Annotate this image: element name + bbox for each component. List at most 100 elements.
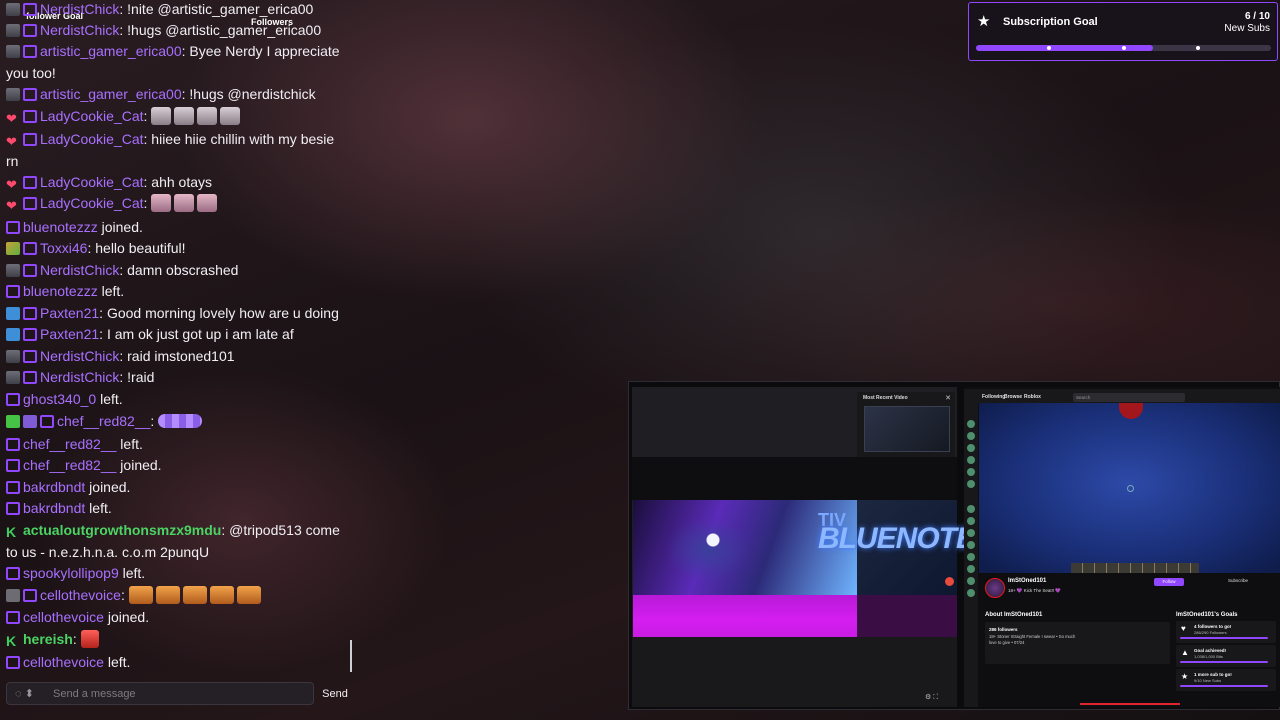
follow-button[interactable]: Follow — [1154, 578, 1184, 586]
cat-emote-icon — [151, 194, 172, 212]
star-badge-icon — [23, 415, 37, 428]
chat-username[interactable]: bakrdbndt — [23, 500, 85, 516]
chat-username[interactable]: spookylollipop9 — [23, 565, 119, 581]
chat-message: ghost340_0 left. — [6, 389, 348, 411]
twitch-badge-icon — [6, 567, 20, 580]
goal-progress-bar — [1180, 685, 1268, 687]
chat-username[interactable]: LadyCookie_Cat — [40, 195, 144, 211]
goal-card: ▲ Goal achieved! 1,038/1,000 Bits — [1176, 645, 1276, 667]
chat-username[interactable]: NerdistChick — [40, 22, 119, 38]
channel-avatar[interactable] — [967, 565, 975, 573]
chat-username[interactable]: ghost340_0 — [23, 391, 96, 407]
channel-avatar[interactable] — [967, 589, 975, 597]
chat-message-input[interactable] — [53, 684, 311, 703]
chat-username[interactable]: Toxxi46 — [40, 240, 87, 256]
chat-username[interactable]: artistic_gamer_erica00 — [40, 86, 182, 102]
channel-avatar[interactable] — [967, 420, 975, 428]
nav-roblox[interactable]: Roblox — [1024, 394, 1041, 400]
twitch-badge-icon — [6, 611, 20, 624]
channel-avatar[interactable] — [967, 529, 975, 537]
chat-username[interactable]: chef__red82__ — [23, 457, 116, 473]
chat-username[interactable]: artistic_gamer_erica00 — [40, 43, 182, 59]
channel-avatar[interactable] — [967, 541, 975, 549]
twitch-badge-icon — [6, 438, 20, 451]
chat-username[interactable]: bluenotezzz — [23, 283, 98, 299]
stream-title: 18+ 💜 Kick The Seat!! 💜 — [1008, 588, 1062, 593]
chat-message: ❤ LadyCookie_Cat: hiiee hiie chillin with… — [6, 129, 348, 172]
twitch-search-input[interactable]: Search — [1073, 393, 1185, 402]
chat-username[interactable]: LadyCookie_Cat — [40, 174, 144, 190]
twitch-badge-icon — [6, 221, 20, 234]
player-controls-icon[interactable]: ⚙ ⛶ — [925, 693, 938, 702]
chat-message: artistic_gamer_erica00: !hugs @nerdistch… — [6, 84, 348, 106]
subscribe-button[interactable]: Subscribe — [1228, 578, 1248, 583]
nav-browse[interactable]: Browse — [1004, 394, 1022, 400]
chat-username[interactable]: NerdistChick — [40, 348, 119, 364]
send-button[interactable]: Send — [318, 683, 352, 704]
chat-scrollbar[interactable] — [350, 640, 352, 672]
channel-avatar[interactable] — [967, 456, 975, 464]
twitch-badge-icon — [23, 45, 37, 58]
close-icon[interactable]: ✕ — [945, 394, 951, 402]
chat-username[interactable]: bakrdbndt — [23, 479, 85, 495]
lurk-emote-icon — [155, 586, 180, 604]
emote-picker-icon[interactable]: ◌ ⬍ — [15, 687, 49, 701]
banner-magenta-strip — [633, 595, 857, 637]
chat-text: : — [150, 413, 155, 429]
chat-username[interactable]: actualoutgrowthonsmzx9mdu — [23, 522, 221, 538]
chat-username[interactable]: cellothevoice — [23, 654, 104, 670]
chat-text: left. — [103, 654, 131, 670]
chat-username[interactable]: Paxten21 — [40, 326, 99, 342]
moderator-badge-icon — [6, 3, 20, 16]
chat-text: : !raid — [119, 369, 155, 385]
chat-message: bakrdbndt joined. — [6, 477, 348, 499]
nav-following[interactable]: Following — [982, 394, 1005, 400]
chat-username[interactable]: hereish — [23, 631, 73, 647]
chat-username[interactable]: NerdistChick — [40, 1, 119, 17]
video-thumbnail[interactable] — [864, 406, 950, 452]
channel-avatar[interactable] — [967, 517, 975, 525]
recent-video-card[interactable]: Most Recent Video ✕ CHAOTIC TYPE SHIII •… — [857, 392, 955, 467]
lurk-emote-icon — [209, 586, 234, 604]
channel-name[interactable]: ImStOned101 — [1008, 578, 1046, 584]
heart-badge-icon: ❤ — [6, 177, 17, 192]
chat-message: chef__red82__: — [6, 411, 348, 433]
chat-input-box[interactable]: ◌ ⬍ — [6, 682, 314, 705]
chat-username[interactable]: Paxten21 — [40, 305, 99, 321]
goal-title: 4 followers to go! — [1194, 624, 1232, 629]
chat-message: NerdistChick: !nite @artistic_gamer_eric… — [6, 0, 348, 21]
chat-username[interactable]: chef__red82__ — [23, 436, 116, 452]
channel-avatar[interactable] — [967, 553, 975, 561]
twitch-badge-icon — [23, 264, 37, 277]
channel-avatar[interactable] — [967, 577, 975, 585]
channel-avatar[interactable] — [967, 444, 975, 452]
chat-username[interactable]: LadyCookie_Cat — [40, 108, 144, 124]
arrow-badge-icon — [6, 589, 20, 602]
lurk-emote-icon — [128, 586, 153, 604]
about-heading: About ImStOned101 — [985, 612, 1043, 618]
chat-username[interactable]: cellothevoice — [23, 609, 104, 625]
chat-message: bluenotezzz joined. — [6, 217, 348, 239]
record-icon[interactable] — [945, 577, 954, 586]
channel-avatar[interactable] — [967, 468, 975, 476]
goal-progress-bar — [1180, 661, 1268, 663]
recent-video-title: Most Recent Video — [863, 395, 908, 401]
channel-avatar[interactable] — [967, 505, 975, 513]
chat-username[interactable]: cellothevoice — [40, 587, 121, 603]
chat-username[interactable]: NerdistChick — [40, 369, 119, 385]
chat-text: : — [120, 587, 125, 603]
chat-username[interactable]: NerdistChick — [40, 262, 119, 278]
chat-username[interactable]: LadyCookie_Cat — [40, 131, 144, 147]
channel-avatar[interactable] — [967, 432, 975, 440]
game-hotbar — [1071, 563, 1199, 573]
twitch-badge-icon — [23, 110, 37, 123]
chat-username[interactable]: bluenotezzz — [23, 219, 98, 235]
chat-text: joined. — [85, 479, 131, 495]
channel-avatar[interactable] — [985, 578, 1005, 598]
progress-marker — [1047, 46, 1051, 50]
chat-message: ❤ LadyCookie_Cat: — [6, 193, 348, 215]
moderator-badge-icon — [6, 264, 20, 277]
channel-avatar[interactable] — [967, 480, 975, 488]
chat-username[interactable]: chef__red82__ — [57, 413, 150, 429]
game-stream-video[interactable] — [979, 403, 1280, 573]
